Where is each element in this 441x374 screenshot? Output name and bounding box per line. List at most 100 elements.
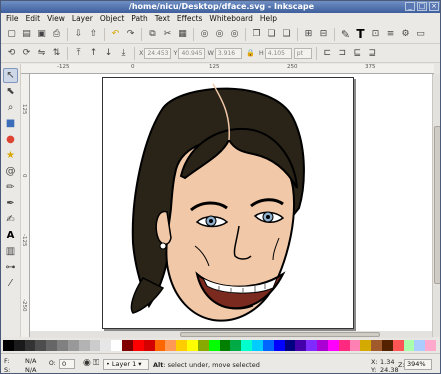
zoom-field[interactable]: 394% xyxy=(404,359,432,370)
color-swatch[interactable] xyxy=(230,340,242,351)
menu-file[interactable]: File xyxy=(6,13,19,25)
color-swatch[interactable] xyxy=(338,340,350,351)
color-swatch[interactable] xyxy=(414,340,426,351)
scale-corners-icon[interactable]: ⊐ xyxy=(336,47,349,60)
menu-effects[interactable]: Effects xyxy=(177,13,203,25)
align-icon[interactable]: ≡ xyxy=(384,28,397,41)
color-swatch[interactable] xyxy=(187,340,198,351)
color-swatch[interactable] xyxy=(24,340,36,351)
document-properties-icon[interactable]: ▭ xyxy=(414,28,427,41)
menu-path[interactable]: Path xyxy=(131,13,147,25)
text-font-icon[interactable]: T xyxy=(354,27,367,41)
height-field[interactable]: 4.105 xyxy=(264,47,292,59)
color-swatch[interactable] xyxy=(78,340,90,351)
scale-stroke-icon[interactable]: ⊏ xyxy=(321,47,334,60)
clone-icon[interactable]: ❏ xyxy=(265,28,278,41)
color-swatch[interactable] xyxy=(317,340,328,351)
color-swatch[interactable] xyxy=(13,340,25,351)
raise-to-top-icon[interactable]: ⤒ xyxy=(72,47,85,60)
circle-tool-icon[interactable]: ● xyxy=(3,132,18,147)
duplicate-icon[interactable]: ❐ xyxy=(250,28,263,41)
color-swatch[interactable] xyxy=(165,340,177,351)
vertical-scrollbar[interactable] xyxy=(432,74,440,337)
menu-text[interactable]: Text xyxy=(155,13,170,25)
close-button[interactable]: × xyxy=(429,2,439,11)
color-swatch[interactable] xyxy=(35,340,47,351)
text-tool-icon[interactable]: A xyxy=(3,228,18,243)
color-swatch[interactable] xyxy=(295,340,307,351)
menu-object[interactable]: Object xyxy=(100,13,124,25)
unlink-clone-icon[interactable]: ❑ xyxy=(280,28,293,41)
color-swatch[interactable] xyxy=(154,340,166,351)
import-icon[interactable]: ⇩ xyxy=(72,28,85,41)
color-swatch[interactable] xyxy=(46,340,58,351)
layer-selector[interactable]: • Layer 1 ▾ xyxy=(103,359,149,370)
color-swatch[interactable] xyxy=(89,340,101,351)
lower-icon[interactable]: ↓ xyxy=(102,47,115,60)
horizontal-scroll-thumb[interactable] xyxy=(180,332,380,337)
opacity-field[interactable]: 0 xyxy=(59,359,75,369)
maximize-button[interactable]: □ xyxy=(417,2,427,11)
star-tool-icon[interactable]: ★ xyxy=(3,148,18,163)
copy-icon[interactable]: ⧉ xyxy=(146,28,159,41)
face-drawing[interactable] xyxy=(103,78,355,330)
fill-stroke-icon[interactable]: ✎ xyxy=(339,28,352,41)
zoom-page-icon[interactable]: ◎ xyxy=(228,28,241,41)
x-field[interactable]: 24.453 xyxy=(144,47,172,59)
raise-icon[interactable]: ↑ xyxy=(87,47,100,60)
color-swatch[interactable] xyxy=(327,340,339,351)
color-swatch[interactable] xyxy=(100,340,112,351)
lower-to-bottom-icon[interactable]: ⤓ xyxy=(117,47,130,60)
ungroup-icon[interactable]: ⊟ xyxy=(317,28,330,41)
lock-icon[interactable]: ⚿ xyxy=(93,358,99,368)
color-swatch[interactable] xyxy=(349,340,361,351)
width-field[interactable]: 3.916 xyxy=(214,47,242,59)
color-swatch[interactable] xyxy=(208,340,220,351)
rectangle-tool-icon[interactable]: ■ xyxy=(3,116,18,131)
y-field[interactable]: 40.945 xyxy=(178,47,206,59)
flip-horizontal-icon[interactable]: ⇋ xyxy=(35,47,48,60)
color-swatch[interactable] xyxy=(111,340,123,351)
connector-tool-icon[interactable]: ⊶ xyxy=(3,260,18,275)
color-swatch[interactable] xyxy=(284,340,296,351)
eye-icon[interactable]: ◉ xyxy=(83,358,91,368)
color-swatch[interactable] xyxy=(306,340,318,351)
menu-edit[interactable]: Edit xyxy=(26,13,41,25)
color-swatch[interactable] xyxy=(381,340,393,351)
export-icon[interactable]: ⇧ xyxy=(87,28,100,41)
xml-editor-icon[interactable]: ⊡ xyxy=(369,28,382,41)
new-icon[interactable]: ▢ xyxy=(5,28,18,41)
horizontal-scrollbar[interactable] xyxy=(30,331,432,338)
dropper-tool-icon[interactable]: ⁄ xyxy=(3,276,18,291)
preferences-icon[interactable]: ⚙ xyxy=(399,28,412,41)
move-gradients-icon[interactable]: ⊑ xyxy=(351,47,364,60)
color-swatch[interactable] xyxy=(67,340,79,351)
color-swatch[interactable] xyxy=(403,340,415,351)
menu-view[interactable]: View xyxy=(47,13,65,25)
color-swatch[interactable] xyxy=(252,340,263,351)
color-swatch[interactable] xyxy=(392,340,404,351)
undo-icon[interactable]: ↶ xyxy=(109,28,122,41)
menu-whiteboard[interactable]: Whiteboard xyxy=(209,13,252,25)
selector-tool-icon[interactable]: ↖ xyxy=(3,68,18,83)
drawing-canvas[interactable] xyxy=(30,74,432,337)
move-patterns-icon[interactable]: ⊒ xyxy=(366,47,379,60)
menu-layer[interactable]: Layer xyxy=(72,13,93,25)
flip-vertical-icon[interactable]: ⇅ xyxy=(50,47,63,60)
color-swatch[interactable] xyxy=(262,340,274,351)
color-swatch[interactable] xyxy=(3,340,14,351)
redo-icon[interactable]: ↷ xyxy=(124,28,137,41)
color-swatch[interactable] xyxy=(273,340,285,351)
minimize-button[interactable]: _ xyxy=(405,2,415,11)
rotate-cw-icon[interactable]: ⟳ xyxy=(20,47,33,60)
print-icon[interactable]: ⎙ xyxy=(50,28,63,41)
color-swatch[interactable] xyxy=(371,340,382,351)
color-swatch[interactable] xyxy=(143,340,155,351)
gradient-tool-icon[interactable]: ▥ xyxy=(3,244,18,259)
cut-icon[interactable]: ✂ xyxy=(161,28,174,41)
color-swatch[interactable] xyxy=(57,340,68,351)
color-swatch[interactable] xyxy=(241,340,253,351)
unit-field[interactable]: pt xyxy=(293,47,312,59)
calligraphy-tool-icon[interactable]: ✍ xyxy=(3,212,18,227)
color-swatch[interactable] xyxy=(132,340,144,351)
